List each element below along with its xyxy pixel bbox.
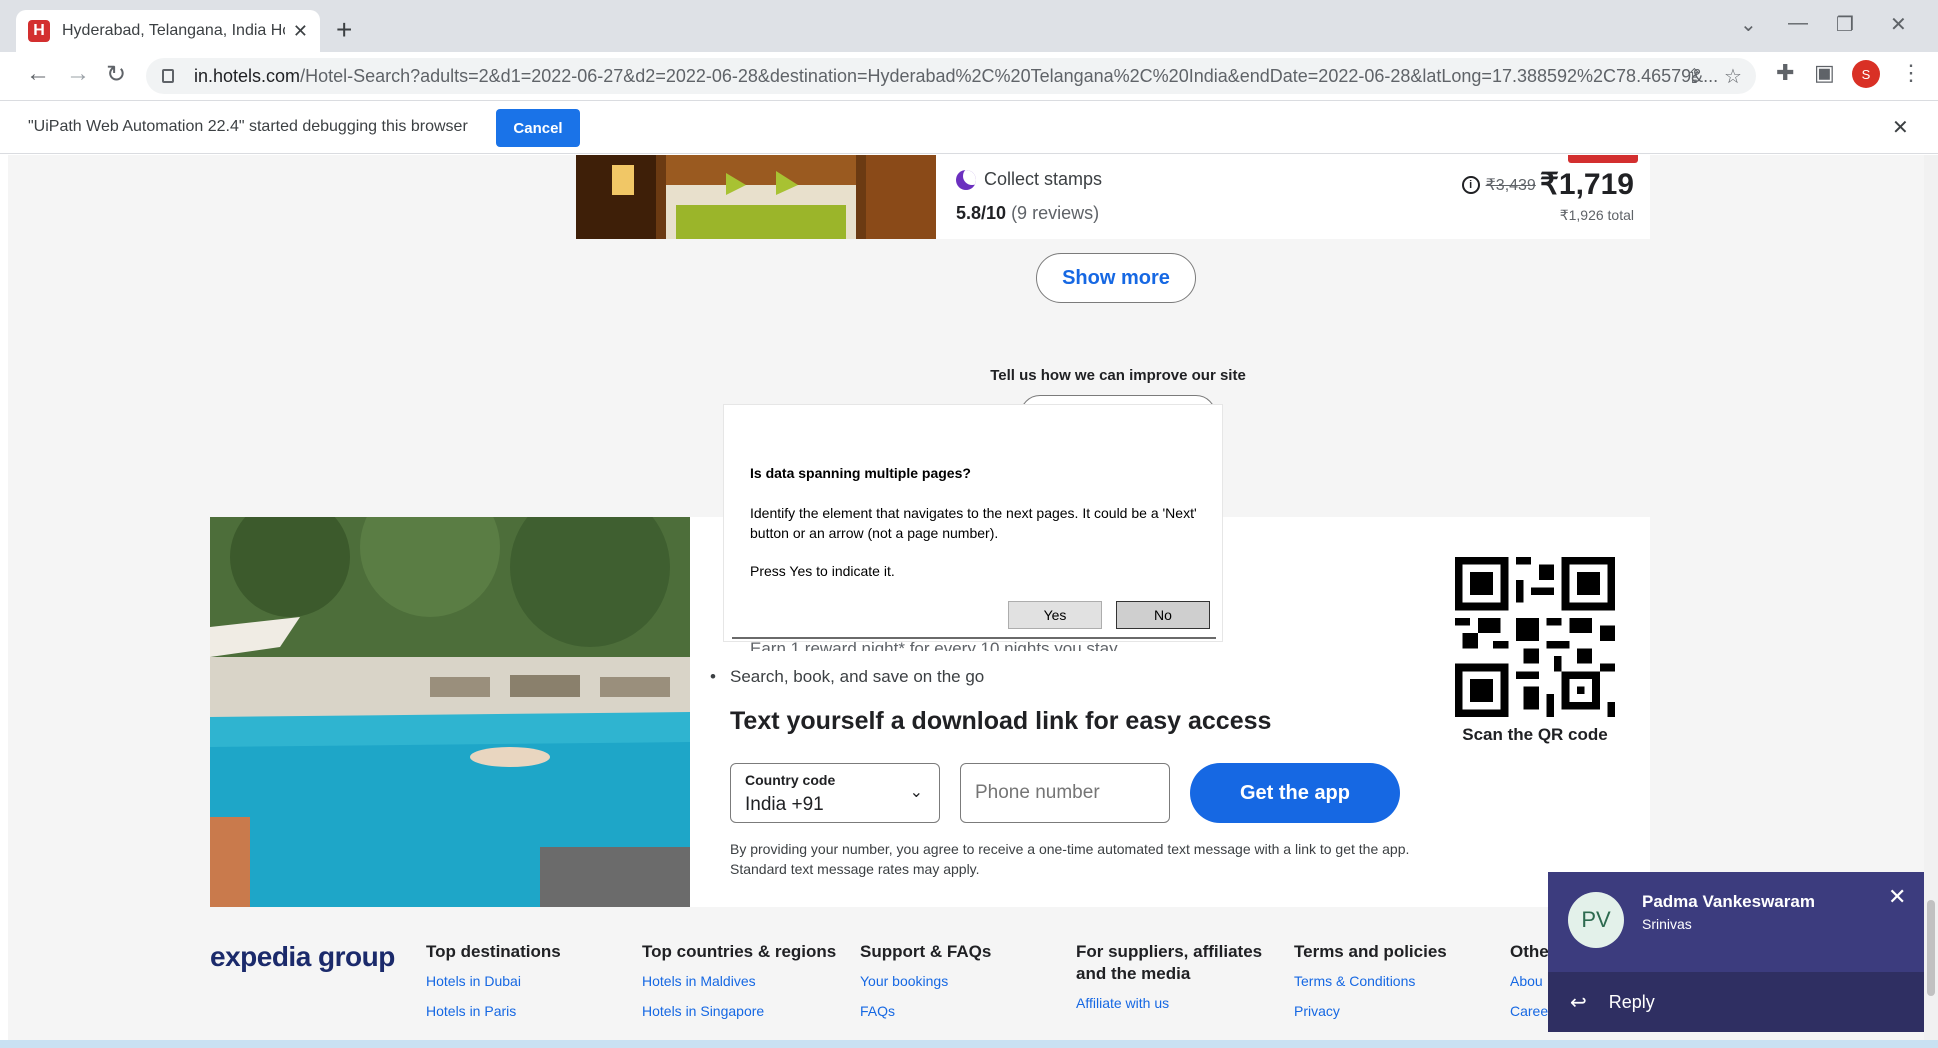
footer-heading: Terms and policies	[1294, 942, 1447, 961]
price-row: i ₹3,439 ₹1,719	[1461, 167, 1634, 202]
side-panel-icon[interactable]: ▣	[1814, 60, 1835, 86]
menu-kebab-icon[interactable]: ⋮	[1900, 60, 1922, 86]
download-link-title: Text yourself a download link for easy a…	[730, 707, 1272, 735]
footer-link[interactable]: Privacy	[1294, 1003, 1484, 1019]
current-price: ₹1,719	[1539, 168, 1634, 201]
forward-icon[interactable]: →	[66, 60, 90, 88]
rating-score: 5.8/10	[956, 203, 1007, 223]
total-price: ₹1,926 total	[1559, 207, 1634, 223]
country-code-label: Country code	[745, 772, 836, 788]
stamps-moon-icon	[956, 169, 976, 190]
profile-avatar[interactable]: S	[1852, 60, 1880, 88]
dialog-question: Is data spanning multiple pages?	[750, 465, 971, 481]
avatar: PV	[1568, 892, 1624, 948]
reply-label: Reply	[1608, 991, 1655, 1012]
windows-taskbar	[0, 1040, 1938, 1048]
footer-link[interactable]: Affiliate with us	[1076, 995, 1276, 1011]
footer-col-destinations: Top destinations Hotels in Dubai Hotels …	[426, 941, 616, 1033]
footer-col-countries: Top countries & regions Hotels in Maldiv…	[642, 941, 852, 1033]
chevron-down-icon: ⌄	[909, 784, 923, 801]
price-info-icon[interactable]: i	[1461, 175, 1480, 194]
country-code-select[interactable]: Country code India +91 ⌄	[730, 763, 940, 823]
deal-badge	[1568, 155, 1638, 163]
tab-search-icon[interactable]: ⌄	[1740, 12, 1757, 37]
window-close-icon[interactable]: ✕	[1890, 12, 1907, 37]
share-icon[interactable]: ⇪	[1686, 64, 1703, 89]
dialog-press-yes: Press Yes to indicate it.	[750, 563, 895, 579]
old-price: ₹3,439	[1485, 176, 1536, 194]
hotel-result-card[interactable]: Collect stamps 5.8/10 (9 reviews) i ₹3,4…	[576, 155, 1650, 239]
address-bar[interactable]: in.hotels.com/Hotel-Search?adults=2&d1=2…	[146, 58, 1756, 94]
bookmark-star-icon[interactable]: ☆	[1724, 64, 1742, 89]
dialog-divider	[732, 637, 1216, 639]
browser-toolbar: ← → ↻ in.hotels.com/Hotel-Search?adults=…	[0, 52, 1938, 100]
footer-link[interactable]: Hotels in Dubai	[426, 973, 616, 989]
qr-code	[1455, 557, 1615, 717]
url-text: in.hotels.com/Hotel-Search?adults=2&d1=2…	[194, 65, 1719, 86]
country-code-value: India +91	[745, 794, 824, 815]
back-icon[interactable]: ←	[26, 60, 50, 88]
footer-link[interactable]: Hotels in Singapore	[642, 1003, 852, 1019]
show-more-button[interactable]: Show more	[1036, 253, 1196, 303]
footer-link[interactable]: FAQs	[860, 1003, 1050, 1019]
browser-tab[interactable]: H Hyderabad, Telangana, India Hot ✕	[16, 10, 320, 52]
new-tab-icon[interactable]: +	[336, 14, 352, 46]
cancel-debugging-button[interactable]: Cancel	[496, 109, 580, 147]
infobar-close-icon[interactable]: ✕	[1892, 115, 1909, 140]
dialog-yes-button[interactable]: Yes	[1008, 601, 1102, 629]
reply-arrow-icon: ↩	[1570, 991, 1587, 1014]
get-the-app-button[interactable]: Get the app	[1190, 763, 1400, 823]
review-count: (9 reviews)	[1011, 203, 1100, 223]
minimize-icon[interactable]: —	[1788, 12, 1808, 35]
footer-heading: Top destinations	[426, 942, 561, 961]
debugging-infobar: "UiPath Web Automation 22.4" started deb…	[0, 100, 1938, 154]
hotel-rating: 5.8/10 (9 reviews)	[956, 203, 1099, 224]
app-bullet: Search, book, and save on the go	[710, 667, 984, 687]
extensions-icon[interactable]: ✚	[1776, 60, 1794, 86]
page-scrollbar[interactable]	[1924, 155, 1938, 1040]
hotels-favicon-icon: H	[28, 20, 50, 42]
teams-notification-toast[interactable]: PV Padma Vankeswaram Srinivas ✕ ↩ Reply	[1548, 872, 1924, 1032]
footer-heading: Top countries & regions	[642, 942, 837, 961]
footer-heading: Support & FAQs	[860, 942, 992, 961]
footer-link[interactable]: Terms & Conditions	[1294, 973, 1484, 989]
footer-link[interactable]: Hotels in Paris	[426, 1003, 616, 1019]
footer-col-suppliers: For suppliers, affiliates and the media …	[1076, 941, 1276, 1025]
feedback-label: Tell us how we can improve our site	[990, 367, 1246, 384]
expedia-group-logo[interactable]: expedia group	[210, 941, 395, 973]
footer-heading: For suppliers, affiliates and the media	[1076, 942, 1263, 983]
collect-stamps: Collect stamps	[956, 169, 1102, 190]
toast-sender-name: Padma Vankeswaram	[1642, 892, 1815, 911]
browser-tab-bar: H Hyderabad, Telangana, India Hot ✕ + ⌄ …	[0, 0, 1938, 52]
restore-icon[interactable]: ❐	[1836, 12, 1854, 37]
uipath-pagination-dialog: Is data spanning multiple pages? Identif…	[724, 405, 1222, 641]
tab-close-icon[interactable]: ✕	[293, 21, 308, 42]
reload-icon[interactable]: ↻	[106, 60, 126, 89]
lock-icon[interactable]	[162, 69, 174, 83]
stamps-label: Collect stamps	[984, 169, 1103, 189]
infobar-message: "UiPath Web Automation 22.4" started deb…	[28, 118, 468, 135]
dialog-no-button[interactable]: No	[1116, 601, 1210, 629]
pool-image	[210, 517, 690, 907]
footer-col-terms: Terms and policies Terms & Conditions Pr…	[1294, 941, 1484, 1033]
toast-subtitle: Srinivas	[1642, 916, 1692, 932]
toast-close-icon[interactable]: ✕	[1888, 884, 1906, 910]
tab-title: Hyderabad, Telangana, India Hot	[62, 22, 285, 39]
footer-link[interactable]: Your bookings	[860, 973, 1050, 989]
sms-disclaimer: By providing your number, you agree to r…	[730, 841, 1410, 877]
footer-link[interactable]: Hotels in Maldives	[642, 973, 852, 989]
footer-col-support: Support & FAQs Your bookings FAQs	[860, 941, 1050, 1033]
hotel-room-image[interactable]	[576, 155, 936, 239]
qr-label: Scan the QR code	[1462, 725, 1608, 744]
dialog-instructions: Identify the element that navigates to t…	[750, 505, 1197, 541]
scrollbar-thumb[interactable]	[1927, 900, 1935, 996]
toast-reply-button[interactable]: ↩ Reply	[1548, 972, 1924, 1032]
phone-number-input[interactable]	[960, 763, 1170, 823]
